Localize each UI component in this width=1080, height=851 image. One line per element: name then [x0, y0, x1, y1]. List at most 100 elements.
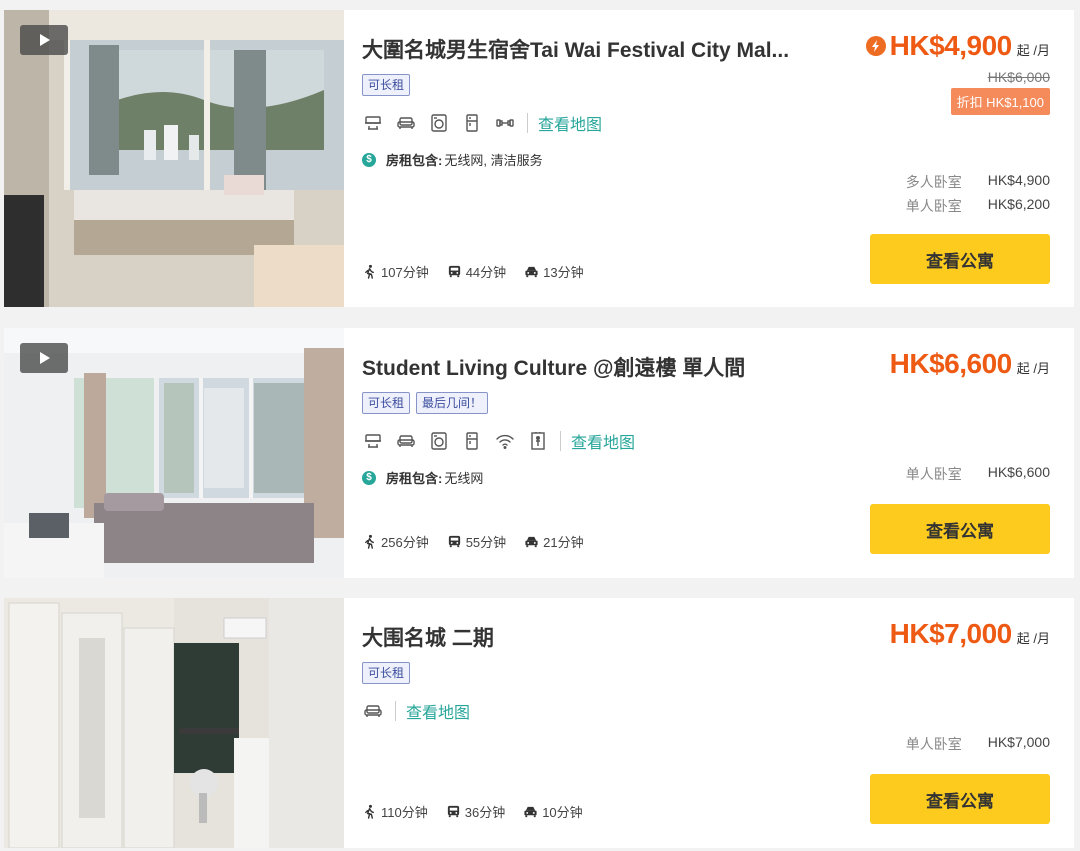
tag-list: 可长租 最后几间！ [362, 392, 489, 414]
sofa-icon [395, 112, 417, 134]
view-map-link[interactable]: 查看地图 [538, 111, 602, 135]
sofa-icon [362, 700, 384, 722]
listing-photo[interactable] [4, 10, 344, 307]
listing-title[interactable]: 大围名城 二期 [362, 622, 822, 652]
bus-time-value: 44分钟 [465, 265, 507, 280]
price: HK$6,600 [889, 348, 1013, 379]
bus-time: 44分钟 [447, 262, 506, 281]
car-icon [525, 266, 538, 278]
room-type: 单人卧室 [905, 736, 962, 752]
view-apartment-button[interactable]: 查看公寓 [870, 774, 1050, 824]
room-price: HK$6,200 [987, 196, 1050, 212]
washing-machine-icon [428, 430, 450, 452]
listing-card[interactable]: 大圍名城男生宿舍Tai Wai Festival City Mal... 可长租… [4, 10, 1074, 307]
listing-photo[interactable] [4, 328, 344, 578]
room-option: 单人卧室 HK$6,200 [906, 196, 1050, 216]
commute-times: 110分钟 36分钟 10分钟 [362, 802, 601, 821]
fridge-icon [461, 430, 483, 452]
room-price: HK$6,600 [987, 464, 1050, 480]
listing-title[interactable]: 大圍名城男生宿舍Tai Wai Festival City Mal... [362, 34, 822, 64]
tag-badge: 可长租 [362, 74, 411, 96]
view-apartment-button[interactable]: 查看公寓 [870, 234, 1050, 284]
walk-time-value: 110分钟 [381, 805, 428, 820]
rent-includes-value: 无线网, 清洁服务 [444, 153, 543, 168]
car-icon [525, 536, 538, 548]
rent-includes: $ 房租包含: 无线网 [362, 468, 483, 487]
tag-badge: 最后几间！ [416, 392, 489, 414]
room-price: HK$4,900 [987, 172, 1050, 188]
rent-includes-value: 无线网 [444, 471, 484, 486]
price-suffix: 起 /月 [1016, 361, 1050, 376]
walking-icon [365, 534, 374, 549]
price-suffix: 起 /月 [1016, 631, 1050, 646]
tag-badge: 可长租 [362, 662, 411, 684]
car-time-value: 13分钟 [543, 265, 584, 280]
listing-card[interactable]: 大围名城 二期 可长租 查看地图 110分钟 36分钟 10分钟 HK$7,00… [4, 598, 1074, 848]
rent-includes-label: 房租包含: [386, 471, 443, 486]
walk-time: 110分钟 [362, 802, 428, 821]
car-time: 21分钟 [524, 532, 584, 551]
bus-icon [448, 265, 460, 278]
tag-list: 可长租 [362, 662, 411, 684]
commute-times: 107分钟 44分钟 13分钟 [362, 262, 602, 281]
amenity-list: 查看地图 [362, 430, 635, 452]
gym-icon [494, 112, 516, 134]
wifi-icon [494, 430, 516, 452]
original-price: HK$6,000 [987, 69, 1050, 85]
room-price: HK$7,000 [987, 734, 1050, 750]
room-option: 多人卧室 HK$4,900 [906, 172, 1050, 192]
price-suffix: 起 /月 [1016, 43, 1050, 58]
divider [560, 431, 561, 451]
washing-machine-icon [428, 112, 450, 134]
lightning-icon [865, 36, 886, 56]
rent-includes: $ 房租包含: 无线网, 清洁服务 [362, 150, 543, 169]
walk-time: 256分钟 [362, 532, 429, 551]
cooker-hood-icon [362, 112, 384, 134]
rent-includes-label: 房租包含: [386, 153, 443, 168]
bus-time: 36分钟 [446, 802, 505, 821]
tag-list: 可长租 [362, 74, 411, 96]
sofa-icon [395, 430, 417, 452]
fridge-icon [461, 112, 483, 134]
divider [527, 113, 528, 133]
dollar-icon: $ [362, 152, 376, 167]
room-type: 单人卧室 [905, 466, 962, 482]
view-apartment-button[interactable]: 查看公寓 [870, 504, 1050, 554]
walk-time-value: 256分钟 [381, 535, 429, 550]
walk-time-value: 107分钟 [381, 265, 429, 280]
cooker-hood-icon [362, 430, 384, 452]
car-time-value: 21分钟 [543, 535, 584, 550]
discount-badge: 折扣 HK$1,100 [950, 88, 1050, 115]
price-block: HK$4,900 起 /月 [865, 30, 1050, 62]
bus-icon [447, 805, 459, 818]
price-block: HK$7,000 起 /月 [890, 618, 1050, 650]
bus-time-value: 36分钟 [464, 805, 506, 820]
commute-times: 256分钟 55分钟 21分钟 [362, 532, 602, 551]
divider [395, 701, 396, 721]
bus-icon [448, 535, 460, 548]
bus-time-value: 55分钟 [465, 535, 507, 550]
price-block: HK$6,600 起 /月 [890, 348, 1050, 380]
listing-title[interactable]: Student Living Culture @創遠樓 單人間 [362, 352, 822, 382]
car-time: 10分钟 [523, 802, 583, 821]
listing-card[interactable]: Student Living Culture @創遠樓 單人間 可长租 最后几间… [4, 328, 1074, 578]
room-option: 单人卧室 HK$6,600 [906, 464, 1050, 484]
view-map-link[interactable]: 查看地图 [406, 699, 470, 723]
room-photo-image [4, 598, 344, 848]
room-type: 多人卧室 [905, 174, 962, 190]
car-time: 13分钟 [524, 262, 584, 281]
dollar-icon: $ [362, 470, 376, 485]
bus-time: 55分钟 [447, 532, 506, 551]
play-video-button[interactable] [20, 25, 68, 55]
tag-badge: 可长租 [362, 392, 411, 414]
room-option: 单人卧室 HK$7,000 [906, 734, 1050, 754]
walking-icon [365, 804, 374, 819]
car-time-value: 10分钟 [542, 805, 583, 820]
listing-photo[interactable] [4, 598, 344, 848]
amenity-list: 查看地图 [362, 112, 602, 134]
room-type: 单人卧室 [905, 198, 962, 214]
elevator-icon [527, 430, 549, 452]
play-video-button[interactable] [20, 343, 68, 373]
amenity-list: 查看地图 [362, 700, 470, 722]
view-map-link[interactable]: 查看地图 [571, 429, 635, 453]
